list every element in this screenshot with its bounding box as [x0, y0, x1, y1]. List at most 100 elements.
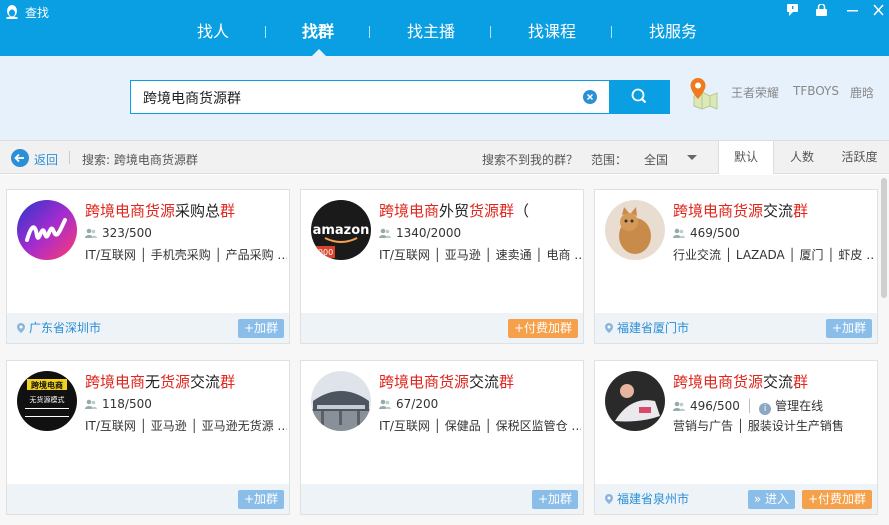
range-label: 范围： — [591, 153, 628, 167]
hot-search-link[interactable]: 王者荣耀 — [731, 84, 779, 101]
result-toolbar: 返回 搜索: 跨境电商货源群 搜索不到我的群？ 范围： 全国 默认 人数 活跃度 — [0, 140, 889, 174]
card-footer: 广东省深圳市 +加群 — [7, 313, 289, 343]
member-count: 469/500 — [673, 226, 740, 240]
location-pin-icon — [605, 323, 613, 333]
minimize-icon[interactable] — [847, 4, 858, 19]
location-pin-icon — [17, 323, 25, 333]
group-avatar: 跨境电商 无货源模式 — [17, 371, 77, 431]
member-count: 323/500 — [85, 226, 152, 240]
clear-search-icon[interactable] — [583, 90, 597, 104]
member-count: 496/500 │ i 管理在线 — [673, 397, 823, 415]
group-name[interactable]: 跨境电商无货源交流群 — [85, 371, 235, 392]
not-found-link[interactable]: 搜索不到我的群？ — [482, 151, 578, 168]
group-location: 福建省厦门市 — [605, 319, 689, 336]
tab-divider — [611, 26, 612, 38]
group-avatar — [311, 371, 371, 431]
paid-join-button[interactable]: +付费加群 — [507, 319, 578, 338]
qq-penguin-icon — [6, 5, 18, 19]
members-icon — [673, 401, 685, 411]
card-footer: +付费加群 — [301, 313, 583, 343]
dropdown-arrow-icon[interactable] — [687, 155, 697, 161]
svg-text:amazon: amazon — [313, 223, 370, 238]
members-icon — [85, 228, 97, 238]
member-count: 118/500 — [85, 397, 152, 411]
hot-search-link[interactable]: TFBOYS — [793, 84, 839, 98]
group-location: 福建省泉州市 — [605, 490, 689, 507]
scrollbar-thumb[interactable] — [881, 178, 887, 298]
search-icon — [631, 88, 647, 104]
member-count: 67/200 — [379, 397, 438, 411]
group-card[interactable]: amazon 2000 跨境电商外贸货源群（ 1340/2000 IT/互联网 … — [300, 189, 584, 344]
group-tags: IT/互联网 │ 保健品 │ 保税区监管仓 … — [379, 419, 581, 433]
card-footer: +加群 — [301, 484, 583, 514]
admin-online-status: 管理在线 — [775, 399, 824, 413]
divider — [69, 151, 70, 164]
feedback-icon[interactable] — [787, 4, 798, 19]
group-name[interactable]: 跨境电商外贸货源群（ — [379, 200, 529, 221]
tab-find-courses[interactable]: 找课程 — [528, 21, 576, 43]
back-arrow-icon[interactable] — [11, 149, 29, 167]
group-card[interactable]: 跨境电商货源交流群 67/200 IT/互联网 │ 保健品 │ 保税区监管仓 …… — [300, 360, 584, 515]
tab-divider — [369, 26, 370, 38]
group-tags: IT/互联网 │ 亚马逊 │ 亚马逊无货源 … — [85, 419, 287, 433]
join-group-button[interactable]: +加群 — [825, 319, 872, 338]
group-name[interactable]: 跨境电商货源交流群 — [379, 371, 514, 392]
svg-text:无货源模式: 无货源模式 — [30, 395, 65, 404]
sort-default[interactable]: 默认 — [718, 141, 774, 174]
card-footer: 福建省泉州市 » 进入 +付费加群 — [595, 484, 877, 514]
svg-text:跨境电商: 跨境电商 — [31, 380, 63, 390]
group-tags: IT/互联网 │ 手机壳采购 │ 产品采购 … — [85, 248, 287, 262]
group-avatar — [605, 200, 665, 260]
group-name[interactable]: 跨境电商货源交流群 — [673, 371, 808, 392]
group-name[interactable]: 跨境电商货源采购总群 — [85, 200, 235, 221]
tab-find-services[interactable]: 找服务 — [649, 21, 697, 43]
back-button[interactable]: 返回 — [34, 151, 58, 168]
group-avatar — [605, 371, 665, 431]
search-area: 王者荣耀 TFBOYS 鹿晗 — [0, 56, 889, 140]
search-box — [130, 80, 610, 114]
group-name[interactable]: 跨境电商货源交流群 — [673, 200, 808, 221]
group-card[interactable]: 跨境电商 无货源模式 跨境电商无货源交流群 118/500 IT/互联网 │ 亚… — [6, 360, 290, 515]
group-card[interactable]: 跨境电商货源采购总群 323/500 IT/互联网 │ 手机壳采购 │ 产品采购… — [6, 189, 290, 344]
members-icon — [379, 228, 391, 238]
group-card[interactable]: 跨境电商货源交流群 469/500 行业交流 │ LAZADA │ 厦门 │ 虾… — [594, 189, 878, 344]
category-tabs: 找人 找群 找主播 找课程 找服务 — [190, 21, 720, 45]
card-footer: +加群 — [7, 484, 289, 514]
tab-find-streamers[interactable]: 找主播 — [407, 21, 455, 43]
member-count: 1340/2000 — [379, 226, 461, 240]
range-select[interactable]: 全国 — [644, 151, 668, 168]
tab-find-people[interactable]: 找人 — [197, 21, 229, 43]
group-tags: 营销与广告 │ 服装设计生产销售 — [673, 419, 844, 433]
members-icon — [379, 399, 391, 409]
group-location: 广东省深圳市 — [17, 319, 101, 336]
join-group-button[interactable]: +加群 — [237, 490, 284, 509]
enter-group-button[interactable]: » 进入 — [747, 490, 795, 509]
window-title: 查找 — [25, 6, 50, 20]
paid-join-button[interactable]: +付费加群 — [801, 490, 872, 509]
results-list: 跨境电商货源采购总群 323/500 IT/互联网 │ 手机壳采购 │ 产品采购… — [0, 175, 889, 525]
active-tab-caret — [312, 49, 326, 56]
tab-find-groups[interactable]: 找群 — [302, 21, 334, 43]
group-tags: 行业交流 │ LAZADA │ 厦门 │ 虾皮 … — [673, 248, 875, 262]
search-input[interactable] — [143, 88, 563, 108]
title-bar: 查找 找人 找群 找主播 找课程 找服务 — [0, 0, 889, 56]
group-avatar: amazon 2000 — [311, 200, 371, 260]
hot-search-link[interactable]: 鹿晗 — [850, 84, 874, 101]
members-icon — [85, 399, 97, 409]
map-location-icon[interactable] — [688, 76, 718, 110]
tab-divider — [490, 26, 491, 38]
close-icon[interactable] — [873, 4, 884, 19]
lock-icon[interactable] — [816, 3, 827, 19]
group-card[interactable]: 跨境电商货源交流群 496/500 │ i 管理在线 营销与广告 │ 服装设计生产销售… — [594, 360, 878, 515]
join-group-button[interactable]: +加群 — [237, 319, 284, 338]
search-summary: 搜索: 跨境电商货源群 — [82, 153, 198, 167]
sort-member-count[interactable]: 人数 — [774, 141, 830, 174]
join-group-button[interactable]: +加群 — [531, 490, 578, 509]
members-icon — [673, 228, 685, 238]
info-icon: i — [759, 403, 772, 415]
card-footer: 福建省厦门市 +加群 — [595, 313, 877, 343]
svg-text:2000: 2000 — [313, 248, 333, 257]
group-tags: IT/互联网 │ 亚马逊 │ 速卖通 │ 电商 … — [379, 248, 581, 262]
search-button[interactable] — [609, 80, 670, 114]
sort-activity[interactable]: 活跃度 — [830, 141, 889, 174]
